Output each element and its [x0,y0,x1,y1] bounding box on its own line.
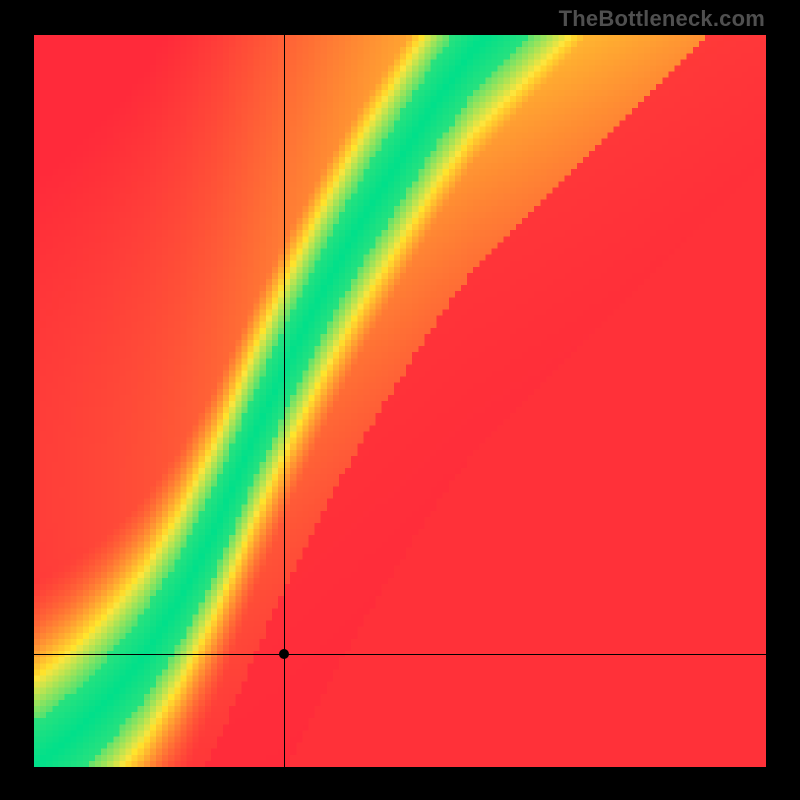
crosshair-horizontal [34,654,766,655]
watermark-label: TheBottleneck.com [559,6,765,32]
heatmap-plot [34,35,766,767]
heatmap-canvas [34,35,766,767]
chart-frame: TheBottleneck.com [0,0,800,800]
selected-point [279,649,289,659]
